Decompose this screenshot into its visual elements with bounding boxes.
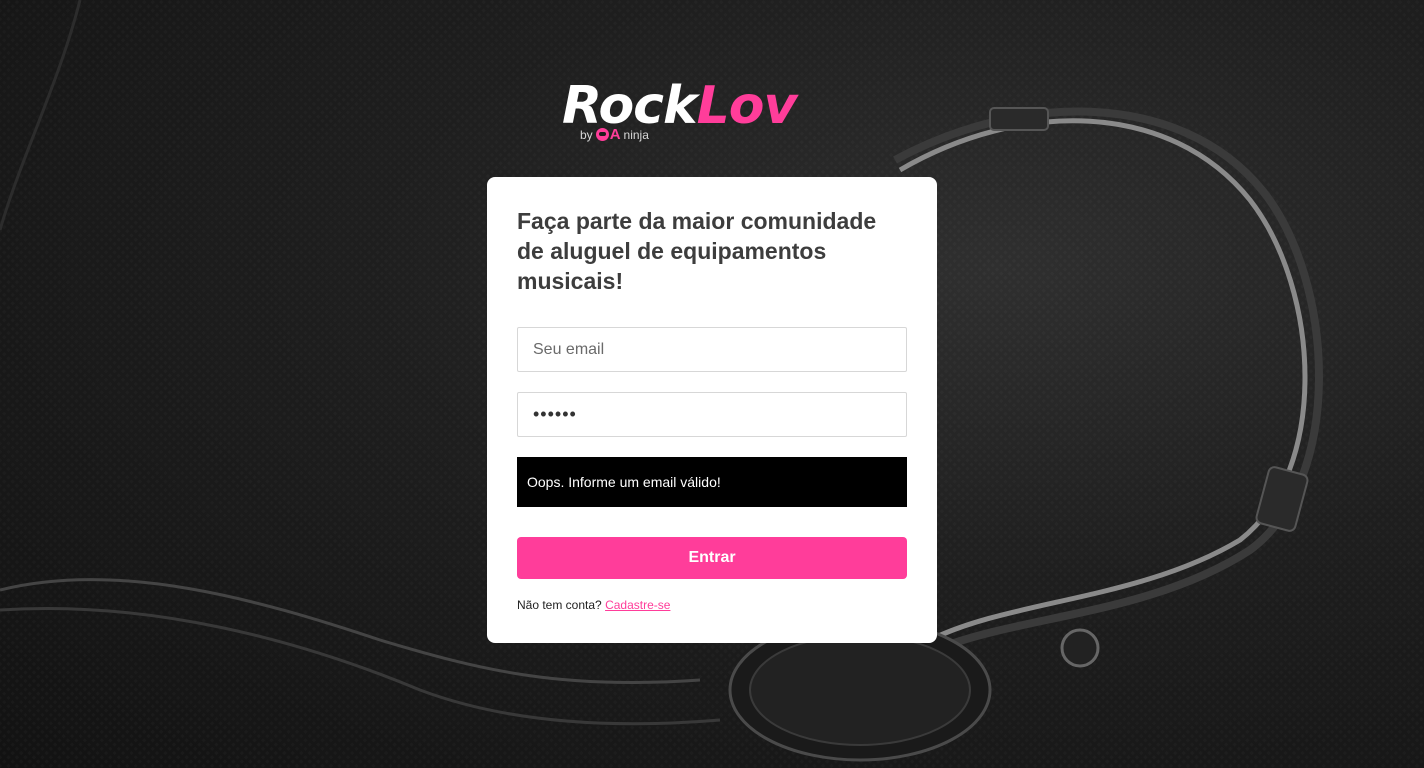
signup-prompt: Não tem conta? Cadastre-se bbox=[517, 598, 670, 612]
rocklov-logo: RockLov by A ninja bbox=[560, 76, 870, 152]
logo-qa-letter: A bbox=[609, 126, 621, 143]
login-card: Faça parte da maior comunidade de alugue… bbox=[487, 177, 937, 643]
logo-byline: by A ninja bbox=[580, 126, 649, 143]
logo-by: by bbox=[580, 127, 593, 142]
no-account-text: Não tem conta? bbox=[517, 598, 602, 612]
login-button[interactable]: Entrar bbox=[517, 537, 907, 579]
qa-mask-icon bbox=[595, 128, 609, 141]
logo-ninja: ninja bbox=[623, 127, 649, 142]
page-title: Faça parte da maior comunidade de alugue… bbox=[517, 208, 877, 294]
error-alert: Oops. Informe um email válido! bbox=[517, 457, 907, 507]
password-field[interactable] bbox=[517, 392, 907, 437]
qaninja-logo-icon: A bbox=[595, 126, 621, 143]
email-field[interactable] bbox=[517, 327, 907, 372]
signup-link[interactable]: Cadastre-se bbox=[605, 598, 670, 612]
logo-lov: Lov bbox=[696, 76, 798, 136]
